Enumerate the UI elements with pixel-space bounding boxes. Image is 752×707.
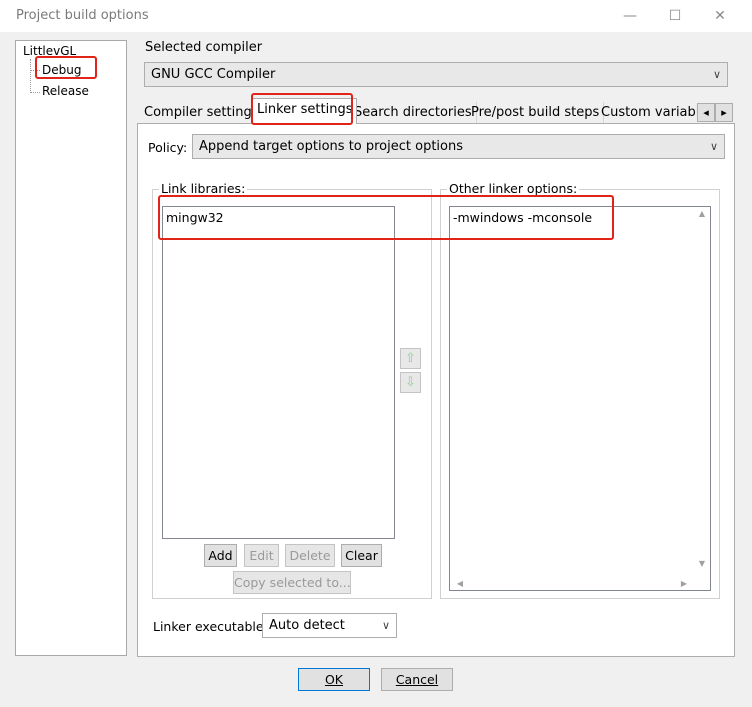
other-linker-options-textarea[interactable]: -mwindows -mconsole ▲ ▼ ◀ ▶: [449, 206, 711, 591]
linker-executable-value: Auto detect: [269, 618, 345, 633]
clear-button[interactable]: Clear: [341, 544, 382, 567]
tab-scroll-left-icon[interactable]: ◂: [697, 103, 715, 122]
tab-search-directories[interactable]: Search directories: [350, 102, 477, 124]
tab-linker-settings[interactable]: Linker settings: [252, 98, 358, 124]
cancel-button[interactable]: Cancel: [381, 668, 453, 691]
maximize-icon[interactable]: ☐: [665, 6, 685, 26]
list-item[interactable]: mingw32: [166, 210, 224, 225]
tab-compiler-settings[interactable]: Compiler settings: [140, 102, 264, 124]
other-linker-options-label: Other linker options:: [447, 181, 580, 196]
compiler-value: GNU GCC Compiler: [151, 67, 276, 82]
tree-item-debug[interactable]: Debug: [42, 63, 81, 77]
selected-compiler-label: Selected compiler: [145, 40, 263, 55]
other-linker-options-value: -mwindows -mconsole: [453, 210, 593, 225]
copy-selected-button[interactable]: Copy selected to...: [233, 571, 351, 594]
tab-scroll-right-icon[interactable]: ▸: [715, 103, 733, 122]
chevron-down-icon: ∨: [709, 140, 718, 153]
link-libraries-group: Link libraries: mingw32 Add Edit Delete …: [152, 181, 432, 599]
title-bar: Project build options — ☐ ✕: [0, 0, 752, 32]
policy-value: Append target options to project options: [199, 139, 464, 154]
tree-root-littlevgl[interactable]: LittlevGL: [23, 44, 76, 58]
target-tree[interactable]: LittlevGL Debug Release: [15, 40, 127, 656]
compiler-select[interactable]: GNU GCC Compiler ∨: [144, 62, 728, 87]
scroll-right-icon[interactable]: ▶: [678, 579, 690, 588]
ok-button[interactable]: OK: [298, 668, 370, 691]
linker-executable-label: Linker executable:: [153, 619, 268, 634]
scroll-left-icon[interactable]: ◀: [454, 579, 466, 588]
delete-button[interactable]: Delete: [285, 544, 335, 567]
policy-label: Policy:: [148, 140, 188, 155]
tree-item-release[interactable]: Release: [42, 84, 89, 98]
close-icon[interactable]: ✕: [710, 6, 730, 26]
window-title: Project build options: [16, 8, 149, 23]
edit-button[interactable]: Edit: [244, 544, 279, 567]
other-linker-options-group: Other linker options: -mwindows -mconsol…: [440, 181, 720, 599]
scroll-up-icon[interactable]: ▲: [696, 209, 708, 218]
link-libraries-list[interactable]: mingw32: [162, 206, 395, 539]
arrow-up-icon[interactable]: ⇧: [400, 348, 421, 369]
chevron-down-icon: ∨: [381, 619, 390, 632]
link-libraries-label: Link libraries:: [159, 181, 248, 196]
add-button[interactable]: Add: [204, 544, 237, 567]
scroll-down-icon[interactable]: ▼: [696, 559, 708, 568]
tab-pre-post-build-steps[interactable]: Pre/post build steps: [467, 102, 605, 124]
chevron-down-icon: ∨: [712, 68, 721, 81]
minimize-icon[interactable]: —: [620, 6, 640, 26]
linker-executable-select[interactable]: Auto detect ∨: [262, 613, 397, 638]
arrow-down-icon[interactable]: ⇩: [400, 372, 421, 393]
linker-settings-panel: Policy: Append target options to project…: [137, 123, 735, 657]
policy-select[interactable]: Append target options to project options…: [192, 134, 725, 159]
tab-custom-variables[interactable]: Custom variable: [597, 102, 697, 124]
